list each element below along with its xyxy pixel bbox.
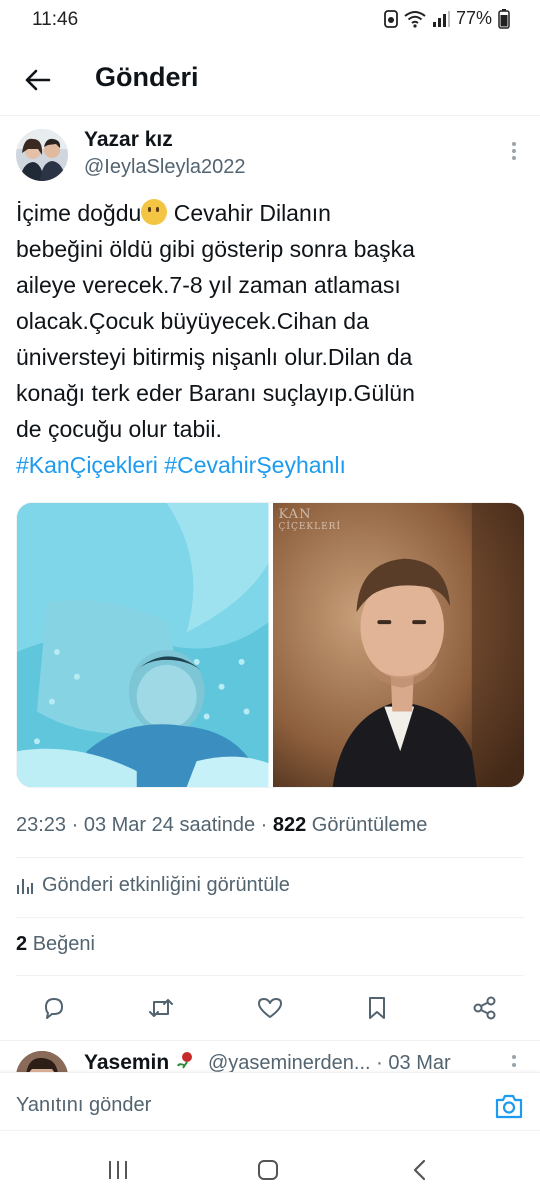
post-text-segment: İçime doğdu (16, 200, 142, 226)
share-button[interactable] (469, 992, 501, 1024)
page-title: Gönderi (95, 62, 199, 92)
home-button[interactable] (256, 1158, 280, 1182)
likes-count-link[interactable]: 2 Beğeni (16, 933, 95, 956)
media-image-baby[interactable] (17, 503, 269, 787)
reply-preview[interactable]: Yasemin @yaseminerden... · 03 Mar (0, 1040, 540, 1072)
post-actions-bar (0, 984, 540, 1032)
hashtag-link[interactable]: #CevahirŞeyhanlı (164, 452, 346, 478)
arrow-left-icon (25, 69, 51, 91)
post-hashtags-line: #KanÇiçekleri #CevahirŞeyhanlı (16, 447, 524, 483)
camera-button[interactable] (494, 1092, 524, 1120)
notification-icon (384, 9, 398, 28)
system-nav-bar (0, 1140, 540, 1200)
wifi-icon (404, 10, 426, 28)
reply-date: · 03 Mar (376, 1052, 451, 1072)
chevron-left-icon (413, 1159, 426, 1181)
post-media: KAN ÇİÇEKLERİ (16, 502, 525, 788)
watermark-line: ÇİÇEKLERİ (278, 522, 341, 532)
recent-apps-icon (109, 1161, 127, 1179)
recent-apps-button[interactable] (106, 1158, 130, 1182)
post-text-line: bebeğini öldü gibi gösterip sonra başka (16, 236, 415, 262)
post-text-segment: Cevahir Dilanın (167, 200, 331, 226)
view-post-analytics-link[interactable]: Gönderi etkinliğini görüntüle (16, 874, 290, 897)
reply-author-handle: @yaseminerden... · 03 Mar (208, 1052, 451, 1072)
signal-icon (432, 10, 450, 28)
media-watermark: KAN ÇİÇEKLERİ (278, 507, 342, 533)
retweet-icon (149, 999, 173, 1017)
retweet-button[interactable] (145, 992, 177, 1024)
reply-more-options-button[interactable] (506, 1055, 522, 1072)
post-text: İçime doğdu Cevahir Dilanın bebeğini öld… (16, 195, 524, 483)
views-label: Görüntüleme (311, 814, 428, 836)
post-meta: 23:23 · 03 Mar 24 saatinde · 822 Görüntü… (16, 814, 427, 837)
reply-composer[interactable]: Yanıtını gönder (0, 1072, 540, 1130)
reply-icon (45, 998, 63, 1019)
likes-count: 2 (16, 933, 28, 955)
post-text-line: olacak.Çocuk büyüyecek.Cihan da (16, 308, 369, 334)
status-icons: 77% (384, 8, 510, 29)
divider (16, 857, 524, 858)
rose-emoji-icon (177, 1052, 193, 1069)
reply-avatar[interactable] (16, 1051, 68, 1072)
reply-author-name[interactable]: Yasemin (84, 1051, 195, 1072)
status-bar: 11:46 77% (0, 0, 540, 40)
post-text-line: üniversteyi bitirmiş nişanlı olur.Dilan … (16, 344, 413, 370)
divider (16, 975, 524, 976)
author-name[interactable]: Yazar kız (84, 128, 173, 152)
analytics-label: Gönderi etkinliğini görüntüle (42, 874, 290, 896)
post-date: 03 Mar 24 saatinde (83, 814, 256, 836)
more-dot (512, 156, 516, 160)
back-nav-button[interactable] (408, 1158, 432, 1182)
media-image-man[interactable]: KAN ÇİÇEKLERİ (272, 503, 524, 787)
reply-button[interactable] (38, 992, 70, 1024)
author-avatar[interactable] (16, 129, 68, 181)
meta-separator: · (260, 814, 273, 836)
views-count: 822 (272, 814, 307, 836)
top-app-bar: Gönderi (0, 44, 540, 116)
home-icon (258, 1160, 278, 1180)
post-text-line: konağı terk eder Baranı suçlayıp.Gülün (16, 380, 415, 406)
share-icon (473, 996, 496, 1020)
more-dot (512, 142, 516, 146)
post-detail-screen: 11:46 77% Gönderi Yazar kız @IeylaSleyla… (0, 0, 540, 1200)
reply-input[interactable]: Yanıtını gönder (16, 1094, 151, 1117)
battery-percentage: 77% (455, 8, 492, 28)
reply-handle-text: @yaseminerden... (208, 1052, 371, 1072)
like-button[interactable] (254, 992, 286, 1024)
camera-icon (495, 1094, 523, 1119)
divider (16, 917, 524, 918)
more-dot (512, 1055, 516, 1059)
more-options-button[interactable] (506, 138, 522, 164)
thinking-face-emoji (141, 199, 168, 225)
post-time: 23:23 (16, 814, 67, 836)
back-button[interactable] (20, 62, 56, 98)
hashtag-link[interactable]: #KanÇiçekleri (16, 452, 158, 478)
reply-author-name-text: Yasemin (84, 1051, 170, 1072)
battery-icon (498, 8, 510, 29)
post-text-line: de çocuğu olur tabii. (16, 416, 222, 442)
bookmark-icon (369, 997, 385, 1019)
bookmark-button[interactable] (361, 992, 393, 1024)
watermark-line: KAN (278, 507, 312, 522)
more-dot (512, 1063, 516, 1067)
status-time: 11:46 (32, 9, 79, 30)
analytics-icon (17, 878, 33, 894)
heart-icon (258, 998, 282, 1018)
more-dot (512, 149, 516, 153)
author-handle[interactable]: @IeylaSleyla2022 (84, 156, 246, 179)
post-text-line: İçime doğdu Cevahir Dilanın (16, 195, 524, 231)
divider (0, 1130, 540, 1131)
post-text-line: aileye verecek.7-8 yıl zaman atlaması (16, 272, 401, 298)
likes-label: Beğeni (32, 933, 95, 955)
meta-separator: · (71, 814, 84, 836)
